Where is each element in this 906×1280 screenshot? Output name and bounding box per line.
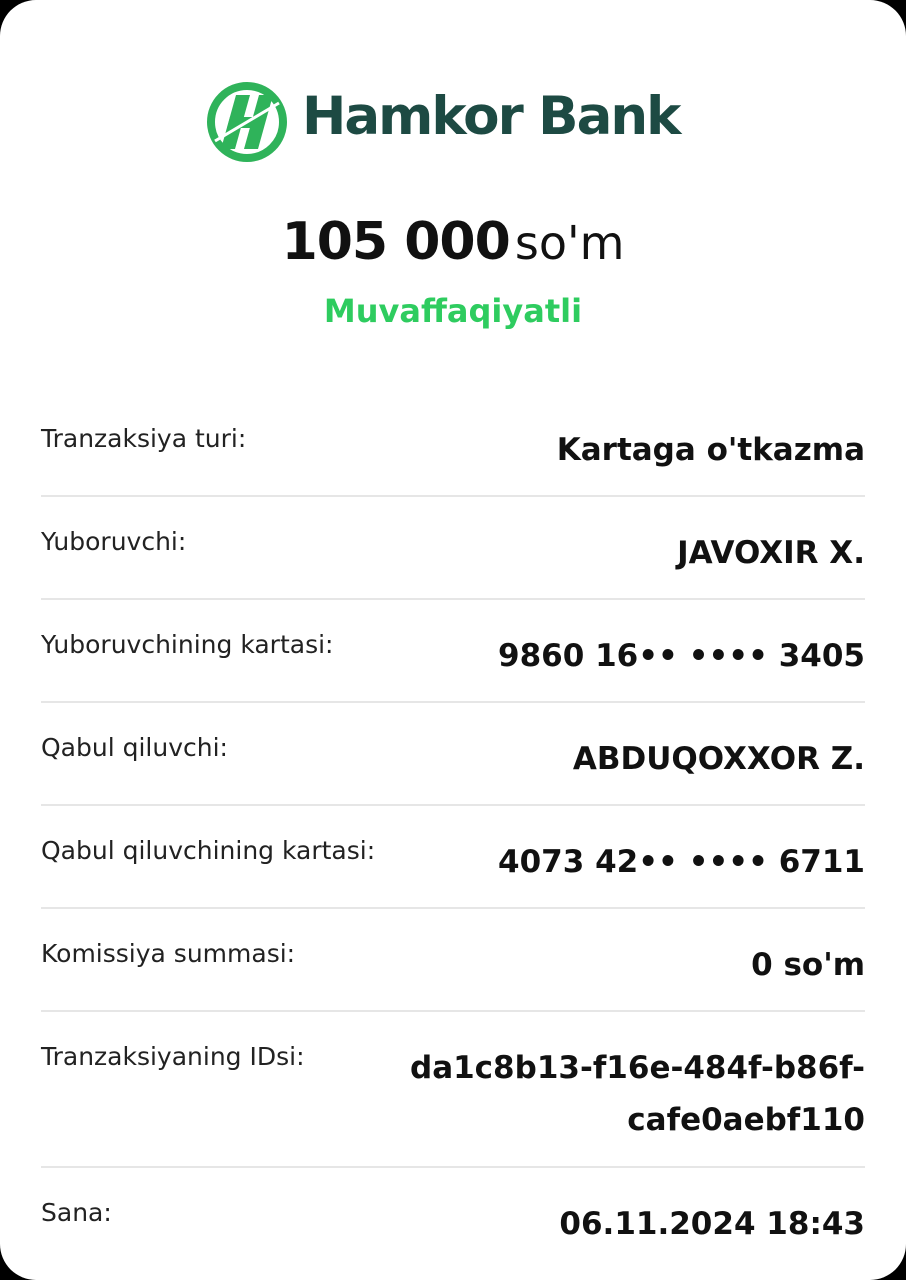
detail-row-sender: Yuboruvchi: JAVOXIR X. [41,497,865,600]
bank-logo: Hamkor Bank [206,80,706,164]
amount-value: 105 000 [281,212,511,272]
detail-label: Tranzaksiyaning IDsi: [41,1042,305,1071]
detail-label: Komissiya summasi: [41,939,296,968]
detail-value: ABDUQOXXOR Z. [572,741,865,777]
detail-row-sender-card: Yuboruvchining kartasi: 9860 16•• •••• 3… [41,600,865,703]
bank-name: Hamkor Bank [302,86,681,147]
detail-label: Sana: [41,1198,112,1227]
detail-label: Yuboruvchining kartasi: [41,630,334,659]
detail-label: Tranzaksiya turi: [41,424,247,453]
detail-row-commission: Komissiya summasi: 0 so'm [41,909,865,1012]
hamkor-logo-icon [207,82,287,162]
detail-value: 4073 42•• •••• 6711 [498,844,865,880]
receipt-card: Hamkor Bank 105 000 so'm Muvaffaqiyatli … [0,0,906,1280]
detail-value: 06.11.2024 18:43 [559,1206,865,1242]
detail-value: JAVOXIR X. [677,535,865,571]
details-list: Tranzaksiya turi: Kartaga o'tkazma Yubor… [41,394,865,1278]
detail-row-transaction-id: Tranzaksiyaning IDsi: da1c8b13-f16e-484f… [41,1012,865,1168]
detail-row-date: Sana: 06.11.2024 18:43 [41,1168,865,1278]
detail-value: 9860 16•• •••• 3405 [498,638,865,674]
detail-row-recipient-card: Qabul qiluvchining kartasi: 4073 42•• ••… [41,806,865,909]
detail-value: 0 so'm [751,947,865,983]
detail-label: Qabul qiluvchining kartasi: [41,836,376,865]
detail-value: Kartaga o'tkazma [556,432,865,468]
detail-value: da1c8b13-f16e-484f-b86f- cafe0aebf110 [410,1050,865,1138]
detail-label: Yuboruvchi: [41,527,187,556]
status-text: Muvaffaqiyatli [323,292,583,330]
detail-row-recipient: Qabul qiluvchi: ABDUQOXXOR Z. [41,703,865,806]
amount-currency: so'm [514,216,625,270]
detail-row-transaction-type: Tranzaksiya turi: Kartaga o'tkazma [41,394,865,497]
detail-label: Qabul qiluvchi: [41,733,228,762]
transfer-amount: 105 000 so'm [0,212,906,272]
